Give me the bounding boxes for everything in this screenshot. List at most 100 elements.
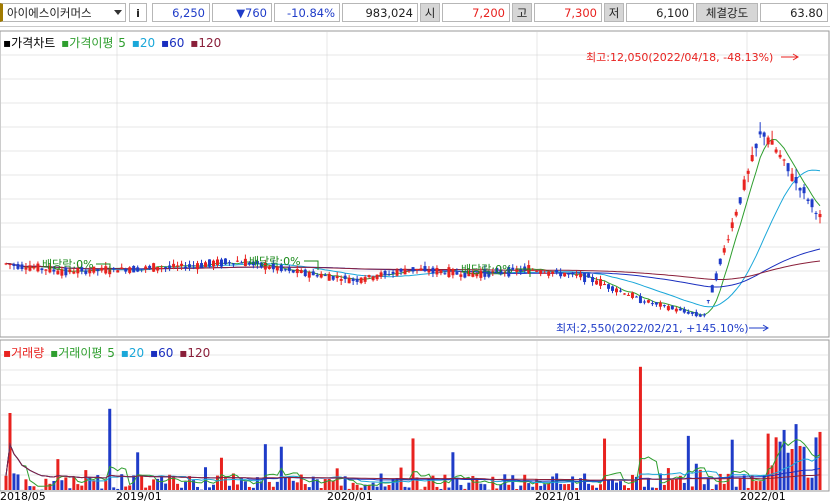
candle-body [742, 179, 746, 190]
candle-body [200, 263, 204, 268]
volume-bar [351, 482, 355, 490]
volume-bar [331, 480, 335, 490]
candle-body [164, 266, 168, 268]
candle-body [231, 263, 235, 265]
candle-body [802, 187, 806, 194]
legend-vol-ma120[interactable]: ▪120 [179, 346, 211, 360]
volume-bar [615, 482, 618, 490]
volume-bar [682, 482, 686, 490]
volume-bar [275, 481, 279, 490]
candle-body [227, 262, 231, 264]
legend-vol-ma20[interactable]: ▪20 [121, 346, 145, 360]
candle-body [654, 302, 658, 305]
volume-bar [60, 480, 64, 490]
volume-bar [479, 483, 483, 490]
candle-body [439, 270, 443, 274]
candle-body [299, 270, 303, 273]
legend-price-chart[interactable]: ▪가격차트 [3, 36, 56, 50]
volume-bar [467, 482, 471, 490]
candle-body [104, 266, 108, 274]
candle-body [806, 199, 810, 201]
candle-body [722, 248, 726, 253]
candle-body [634, 296, 638, 298]
volume-bar [411, 438, 415, 490]
candle-body [315, 275, 319, 277]
volume-bar [383, 486, 387, 490]
candle-body [678, 308, 682, 311]
stock-chart[interactable]: 최고:12,050(2022/04/18, -48.13%) 최저:2,550(… [0, 0, 830, 503]
volume-bar [311, 476, 315, 490]
candle-body [291, 270, 295, 273]
candle-body [599, 279, 603, 286]
volume-bar [291, 480, 295, 490]
candle-body [12, 264, 16, 266]
volume-bar [722, 483, 726, 490]
volume-bar [184, 481, 188, 490]
candle-body [579, 273, 583, 278]
volume-bar [511, 475, 515, 490]
volume-bar [112, 487, 116, 490]
legend-vol-ma60[interactable]: ▪60 [150, 346, 174, 360]
candle-body [148, 265, 152, 269]
volume-bar [227, 485, 231, 490]
candle-body [690, 312, 694, 314]
candle-body [535, 270, 539, 272]
candle-body [144, 266, 148, 269]
legend-ma120[interactable]: ▪120 [190, 36, 222, 50]
volume-bar [267, 481, 271, 490]
legend-ma20[interactable]: ▪20 [132, 36, 156, 50]
candle-body [674, 308, 678, 312]
volume-bar [323, 479, 327, 490]
candle-body [559, 272, 563, 277]
candle-body [547, 271, 551, 276]
volume-bar [750, 475, 754, 490]
candle-body [814, 212, 818, 214]
candle-body [243, 258, 247, 267]
candle-body [646, 300, 650, 303]
candle-body [152, 263, 156, 272]
volume-bar [638, 366, 642, 490]
candle-body [427, 270, 431, 273]
candle-body [239, 262, 243, 264]
candle-body [8, 264, 12, 266]
volume-bar [818, 431, 822, 490]
high-annotation: 최고:12,050(2022/04/18, -48.13%) [586, 51, 773, 64]
volume-bar [790, 448, 794, 490]
volume-bar [499, 484, 503, 490]
volume-bar [495, 488, 499, 490]
volume-bar [72, 477, 76, 490]
volume-bar [219, 457, 223, 490]
legend-volume[interactable]: ▪거래량 [3, 346, 45, 360]
candle-body [96, 269, 100, 272]
volume-bar [307, 487, 311, 490]
candle-body [419, 268, 423, 271]
volume-bar [806, 477, 810, 490]
legend-ma60[interactable]: ▪60 [161, 36, 185, 50]
volume-bar [76, 484, 80, 490]
volume-bar [527, 483, 531, 490]
volume-bar [303, 484, 307, 490]
volume-bar [64, 477, 68, 490]
candle-body [319, 273, 323, 278]
volume-bar [455, 477, 459, 490]
candle-body [567, 273, 571, 275]
candle-body [638, 296, 642, 304]
candle-body [335, 276, 339, 279]
candle-body [658, 302, 662, 307]
volume-bar [407, 487, 411, 490]
volume-bar [730, 439, 734, 490]
candle-body [351, 278, 355, 282]
legend-price-ma[interactable]: ▪가격이평 5 [61, 36, 127, 50]
candle-body [431, 267, 435, 274]
volume-bar [654, 487, 658, 490]
candle-body [375, 274, 379, 280]
volume-bar [92, 480, 96, 490]
candle-body [172, 263, 176, 268]
volume-bar [515, 489, 519, 490]
candle-body [56, 270, 60, 275]
candle-body [587, 273, 591, 278]
candle-body [379, 272, 383, 277]
legend-volume-ma[interactable]: ▪거래이평 5 [50, 346, 116, 360]
candle-body [403, 268, 407, 275]
candle-body [184, 266, 188, 269]
